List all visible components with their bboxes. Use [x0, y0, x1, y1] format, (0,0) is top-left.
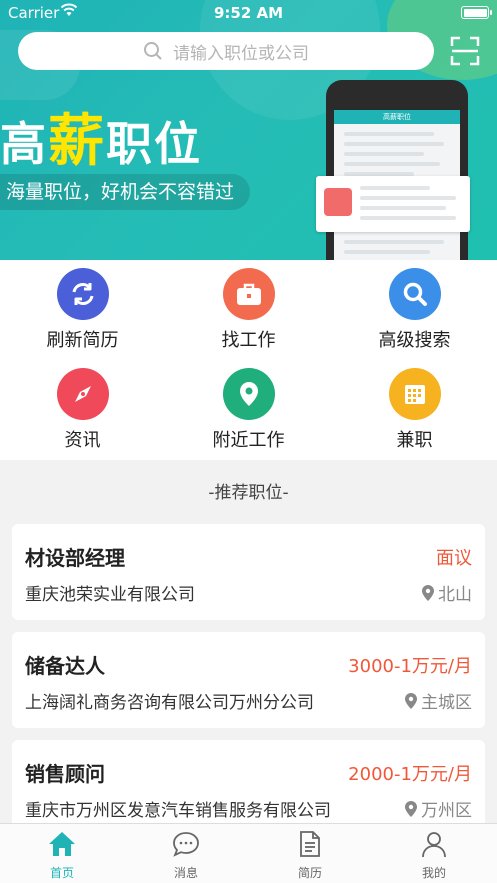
menu-advanced-search[interactable]: 高级搜索 — [332, 268, 497, 352]
menu-label: 高级搜索 — [378, 330, 451, 351]
tab-label: 我的 — [421, 866, 446, 880]
message-icon — [173, 832, 199, 857]
menu-label: 兼职 — [396, 430, 433, 451]
job-company: 重庆市万州区发意汽车销售服务有限公司 — [25, 801, 331, 821]
job-company: 重庆池荣实业有限公司 — [25, 585, 195, 605]
search-input[interactable]: 请输入职位或公司 — [18, 32, 434, 70]
job-title: 材设部经理 — [25, 546, 125, 570]
menu-part-time[interactable]: 兼职 — [332, 368, 497, 452]
location-icon — [222, 368, 275, 420]
location-pin-icon — [405, 800, 417, 817]
status-bar: Carrier 9:52 AM — [0, 0, 497, 26]
menu-label: 资讯 — [64, 430, 101, 451]
compass-icon — [56, 368, 109, 420]
menu-news[interactable]: 资讯 — [0, 368, 165, 452]
clock: 9:52 AM — [213, 4, 284, 22]
profile-icon — [422, 832, 446, 858]
location-pin-icon — [405, 692, 417, 709]
banner-subtitle: 海量职位，好机会不容错过 — [0, 174, 251, 210]
menu-nearby-jobs[interactable]: 附近工作 — [166, 368, 331, 452]
menu-label: 刷新简历 — [46, 330, 119, 351]
tab-bar: 首页 消息 简历 我的 — [0, 823, 497, 883]
briefcase-icon — [222, 268, 275, 320]
tab-label: 简历 — [297, 866, 322, 880]
job-location: 万州区 — [405, 796, 472, 821]
menu-refresh-resume[interactable]: 刷新简历 — [0, 268, 165, 352]
tab-messages[interactable]: 消息 — [124, 830, 248, 881]
scan-icon[interactable] — [450, 36, 480, 66]
banner[interactable]: Carrier 9:52 AM 请输入职位或公司 高薪职位 海量职位，好机会不容… — [0, 0, 497, 260]
banner-title: 高薪职位 — [0, 109, 202, 174]
job-title: 销售顾问 — [25, 762, 105, 786]
job-location: 主城区 — [405, 688, 472, 713]
job-location: 北山 — [422, 580, 472, 605]
job-card[interactable]: 储备达人 3000-1万元/月 上海阔礼商务咨询有限公司万州分公司 主城区 — [12, 632, 485, 728]
tab-label: 首页 — [49, 866, 74, 880]
resume-icon — [300, 831, 320, 857]
job-title: 储备达人 — [25, 654, 105, 678]
job-salary: 3000-1万元/月 — [348, 656, 472, 677]
refresh-icon — [56, 268, 109, 320]
menu-find-job[interactable]: 找工作 — [166, 268, 331, 352]
tab-resume[interactable]: 简历 — [248, 830, 372, 881]
menu-label: 找工作 — [221, 330, 276, 351]
battery-icon — [461, 6, 492, 19]
search-icon — [388, 268, 441, 320]
tab-profile[interactable]: 我的 — [372, 830, 496, 881]
phone-illustration: 高薪职位 — [316, 80, 470, 260]
job-salary: 2000-1万元/月 — [348, 764, 472, 785]
tab-label: 消息 — [173, 866, 198, 880]
search-placeholder: 请输入职位或公司 — [173, 43, 309, 64]
job-salary: 面议 — [436, 548, 472, 569]
location-pin-icon — [422, 584, 434, 601]
tab-home[interactable]: 首页 — [0, 830, 124, 881]
search-icon — [144, 42, 162, 60]
menu-label: 附近工作 — [212, 430, 285, 451]
job-card[interactable]: 材设部经理 面议 重庆池荣实业有限公司 北山 — [12, 524, 485, 620]
quick-menu: 刷新简历 找工作 高级搜索 资讯 附近工作 兼职 — [0, 260, 497, 460]
section-title: -推荐职位- — [208, 483, 289, 503]
home-icon — [49, 832, 75, 856]
job-company: 上海阔礼商务咨询有限公司万州分公司 — [25, 693, 314, 713]
job-card[interactable]: 销售顾问 2000-1万元/月 重庆市万州区发意汽车销售服务有限公司 万州区 — [12, 740, 485, 836]
calendar-icon — [388, 368, 441, 420]
